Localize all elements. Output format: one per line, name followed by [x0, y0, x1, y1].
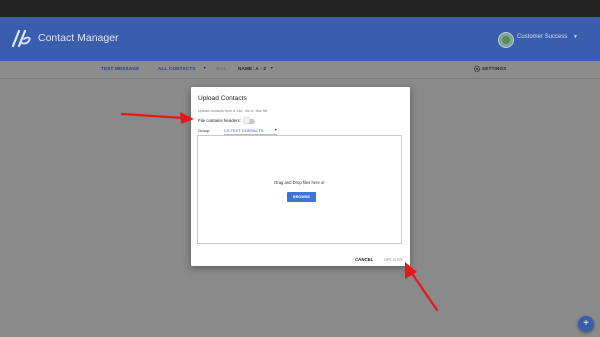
cancel-button[interactable]: CANCEL	[355, 257, 373, 262]
add-icon[interactable]: +	[578, 316, 594, 332]
gear-icon[interactable]	[473, 65, 481, 73]
annotation-arrow-upload	[405, 262, 439, 312]
upload-button[interactable]: UPLOAD	[384, 257, 403, 262]
group-label: Group:	[198, 128, 211, 133]
logo-icon	[11, 29, 31, 48]
upload-contacts-dialog: Upload Contacts Upload contacts from a .…	[191, 87, 410, 266]
dropzone-text: Drag and Drop files here or	[274, 180, 325, 185]
app-title: Contact Manager	[38, 32, 119, 44]
group-select[interactable]: CS TEXT CONTACTS	[224, 128, 264, 133]
text-message-button[interactable]: TEXT MESSAGE	[101, 66, 139, 71]
caret-down-icon[interactable]: ▼	[203, 66, 207, 70]
user-menu-name[interactable]: Customer Success	[517, 34, 567, 40]
caret-down-icon[interactable]: ▼	[573, 34, 578, 40]
dialog-title: Upload Contacts	[198, 95, 247, 102]
app-header: Contact Manager	[0, 17, 600, 61]
sort-select[interactable]: NAME: A - Z	[238, 66, 266, 71]
annotation-arrow-headers	[120, 112, 194, 124]
avatar-icon[interactable]	[498, 32, 514, 48]
caret-down-icon[interactable]: ▼	[270, 66, 274, 70]
toolbar: TEXT MESSAGE ALL CONTACTS ▼ Sort: NAME: …	[0, 61, 600, 79]
settings-button[interactable]: SETTINGS	[482, 66, 507, 71]
headers-toggle-knob[interactable]	[243, 117, 250, 124]
system-top-bar	[0, 0, 600, 17]
headers-label: File contains headers:	[198, 118, 241, 123]
dialog-subtitle: Upload contacts from a .csv, .xls or .xl…	[198, 109, 269, 113]
caret-down-icon[interactable]: ▼	[274, 128, 278, 132]
sort-label: Sort:	[216, 66, 227, 71]
file-dropzone[interactable]: Drag and Drop files here or BROWSE	[197, 135, 402, 244]
browse-button[interactable]: BROWSE	[287, 192, 316, 202]
contacts-filter-select[interactable]: ALL CONTACTS	[158, 66, 196, 71]
